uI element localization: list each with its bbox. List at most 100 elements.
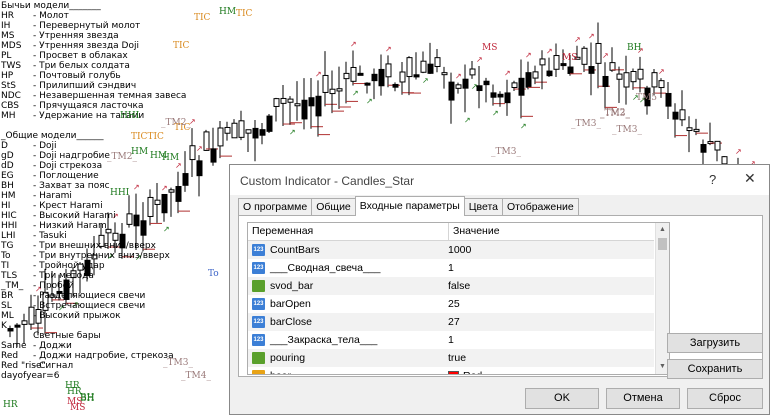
reset-button[interactable]: Сброс — [687, 388, 763, 409]
parameter-value[interactable]: 1 — [448, 331, 648, 349]
legend-description: - Просвет в облаках — [33, 51, 128, 61]
signal-arrow-icon: ↗ — [352, 89, 359, 98]
ok-button[interactable]: OK — [525, 388, 599, 409]
signal-arrow-icon: ↗ — [504, 69, 511, 78]
legend-row: HHI - Низкий Harami — [1, 221, 186, 231]
parameter-value[interactable]: Red — [448, 367, 648, 374]
parameter-name: ___Сводная_свеча___ — [270, 262, 381, 274]
legend-row: MDS - Утренняя звезда Doji — [1, 41, 186, 51]
pattern-label: HM — [219, 7, 237, 17]
legend-code: PL — [1, 51, 12, 61]
candle-body — [658, 80, 665, 89]
signal-arrow-icon: ↗ — [464, 115, 471, 124]
parameter-row[interactable]: pouring true — [248, 349, 654, 367]
legend-description: - Захват за пояс — [33, 181, 110, 191]
parameter-row[interactable]: 123 barOpen 25 — [248, 295, 654, 313]
dialog-titlebar[interactable]: Custom Indicator - Candles_Star ? ✕ — [230, 165, 769, 195]
candle-body — [427, 63, 434, 74]
legend-row: Светные бары — [1, 331, 186, 341]
legend-row: EG - Поглощение — [1, 171, 186, 181]
candle-body — [567, 66, 574, 74]
help-button[interactable]: ? — [709, 172, 716, 187]
tab-visualization[interactable]: Отображение — [502, 198, 579, 215]
legend-row: CBS - Прячущаяся ласточка — [1, 101, 186, 111]
grid-header: Переменная Значение — [248, 223, 654, 241]
legend-code: Red — [1, 351, 19, 361]
parameter-row[interactable]: 123 CountBars 1000 — [248, 241, 654, 259]
tab-colors[interactable]: Цвета — [463, 198, 503, 215]
candle-body — [217, 127, 224, 147]
pattern-label: _TM3_ — [491, 147, 521, 157]
parameter-name: bear — [270, 370, 291, 374]
candle-body — [392, 83, 399, 88]
column-value[interactable]: Значение — [449, 223, 500, 240]
parameter-value[interactable]: 27 — [448, 313, 648, 331]
column-variable[interactable]: Переменная — [248, 223, 449, 240]
candle-body — [441, 72, 448, 76]
candle-body — [210, 148, 217, 163]
parameter-name: svod_bar — [270, 280, 314, 292]
pattern-label: _TM2_ — [600, 108, 630, 118]
candle-body — [273, 98, 280, 107]
legend-description: - Три белых солдата — [33, 61, 130, 71]
parameter-value[interactable]: 1000 — [448, 241, 648, 259]
pattern-label: TICTIC — [131, 132, 164, 142]
parameter-value[interactable]: 1 — [448, 259, 648, 277]
pattern-label: _TM3_ — [612, 125, 642, 135]
legend-code: TG — [1, 241, 14, 251]
legend-row: MH - Удержание на татами — [1, 111, 186, 121]
tab-common[interactable]: Общие — [311, 198, 356, 215]
legend-description: - Doji надгробие — [33, 151, 110, 161]
scroll-thumb[interactable] — [658, 238, 667, 250]
candle-body — [483, 80, 490, 86]
legend-row: _TM_ - Пробой — [1, 281, 186, 291]
candle-body — [231, 122, 238, 139]
legend-code: HP — [1, 71, 14, 81]
candle-body — [336, 88, 343, 92]
candle-body — [259, 129, 266, 136]
legend-code: NDC — [1, 91, 21, 101]
legend-code: BR — [1, 291, 14, 301]
scroll-up-arrow-icon[interactable]: ▲ — [656, 223, 669, 236]
parameter-row[interactable]: svod_bar false — [248, 277, 654, 295]
legend-description: - Незавершенная темная завеса — [33, 91, 187, 101]
legend-description: - Три внутренних вниз/вверх — [33, 251, 170, 261]
parameter-row[interactable]: 123 barClose 27 — [248, 313, 654, 331]
candle-body — [378, 68, 385, 87]
candle-body — [462, 78, 469, 89]
legend-description: - Низкий Harami — [33, 221, 110, 231]
legend-row: HI - Крест Harami — [1, 201, 186, 211]
tab-about[interactable]: О программе — [238, 198, 313, 215]
parameter-row[interactable]: 123 ___Закраска_тела___ 1 — [248, 331, 654, 349]
legend-row: StS - Прилипший сэндвич — [1, 81, 186, 91]
candle-body — [434, 57, 441, 67]
pattern-label: _TM2_ — [161, 118, 191, 128]
parameter-value[interactable]: 25 — [448, 295, 648, 313]
candle-body — [700, 144, 707, 153]
candle-body — [630, 70, 637, 83]
legend-description: - Утренняя звезда — [33, 31, 119, 41]
cancel-button[interactable]: Отмена — [606, 388, 680, 409]
save-button[interactable]: Сохранить — [667, 359, 763, 379]
legend-code: EG — [1, 171, 14, 181]
close-button[interactable]: ✕ — [744, 170, 756, 187]
parameter-value-text: false — [448, 280, 471, 292]
legend-code: MH — [1, 111, 16, 121]
legend-bull-header: Бычьи модели_______ — [1, 1, 101, 11]
signal-arrow-icon: ↗ — [574, 35, 581, 44]
candle-body — [714, 140, 721, 151]
parameter-row[interactable]: 123 ___Сводная_свеча___ 1 — [248, 259, 654, 277]
candle-body — [497, 93, 504, 98]
parameter-row[interactable]: bear Red — [248, 367, 654, 374]
candle-body — [539, 58, 546, 66]
parameter-value[interactable]: true — [448, 349, 648, 367]
candle-body — [560, 63, 567, 67]
parameter-name: ___Закраска_тела___ — [270, 334, 378, 346]
legend-description: - Сигнал — [33, 361, 74, 371]
candle-body — [581, 47, 588, 65]
tab-inputs[interactable]: Входные параметры — [354, 196, 465, 216]
pattern-label: MS — [562, 53, 578, 63]
load-button[interactable]: Загрузить — [667, 333, 763, 353]
candle-body — [203, 131, 210, 151]
parameter-value[interactable]: false — [448, 277, 648, 295]
